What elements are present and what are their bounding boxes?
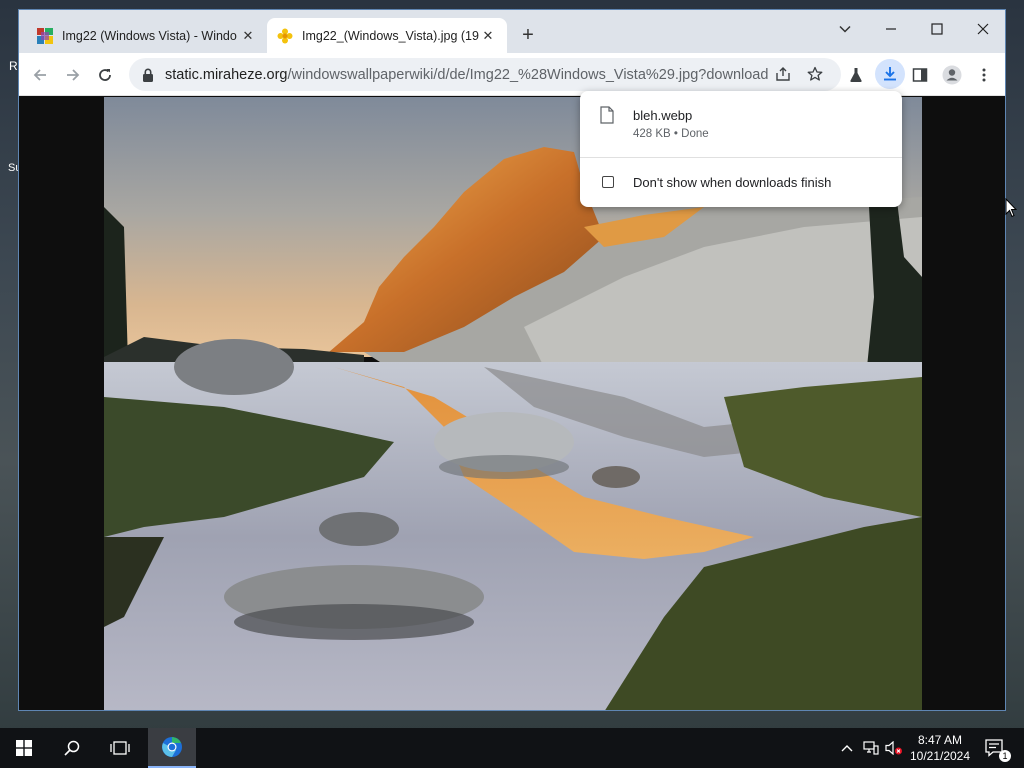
minimize-icon: [886, 28, 896, 30]
tab-search-button[interactable]: [822, 14, 868, 44]
volume-muted-icon: [885, 741, 902, 755]
downloads-popup: bleh.webp 428 KB • Done Don't show when …: [580, 91, 902, 207]
avatar-icon: [942, 65, 962, 85]
minimize-button[interactable]: [868, 14, 914, 44]
forward-button[interactable]: [60, 62, 86, 88]
system-clock[interactable]: 8:47 AM 10/21/2024: [904, 732, 976, 764]
new-tab-button[interactable]: +: [517, 24, 539, 46]
network-button[interactable]: [860, 728, 882, 768]
flask-icon: [850, 68, 862, 82]
side-panel-icon: [912, 68, 928, 82]
search-icon: [64, 740, 80, 756]
close-icon: [977, 23, 989, 35]
url-text: static.miraheze.org/windowswallpaperwiki…: [165, 67, 768, 83]
browser-toolbar: static.miraheze.org/windowswallpaperwiki…: [19, 53, 1005, 96]
menu-button[interactable]: [971, 62, 997, 88]
download-item[interactable]: bleh.webp 428 KB • Done: [580, 91, 902, 157]
taskbar-browser-app[interactable]: [148, 728, 196, 768]
reload-button[interactable]: [92, 62, 118, 88]
clock-date: 10/21/2024: [909, 749, 971, 763]
share-icon[interactable]: [771, 62, 795, 86]
taskbar: 8:47 AM 10/21/2024 1: [0, 728, 1024, 768]
dont-show-option[interactable]: Don't show when downloads finish: [580, 158, 902, 206]
close-window-button[interactable]: [960, 14, 1005, 44]
task-view-button[interactable]: [96, 728, 144, 768]
start-button[interactable]: [0, 728, 48, 768]
download-icon: [884, 67, 896, 81]
maximize-icon: [931, 23, 943, 35]
file-icon: [600, 106, 614, 124]
desktop-icon-label-fragment: R: [9, 59, 18, 73]
volume-button[interactable]: [883, 728, 905, 768]
windows-logo-icon: [16, 740, 32, 756]
notification-count-badge: 1: [999, 750, 1011, 762]
tab-close-icon[interactable]: ✕: [239, 27, 257, 45]
profile-button[interactable]: [939, 62, 965, 88]
wiki-tiles-icon: [37, 27, 53, 44]
chevron-up-icon: [841, 745, 853, 752]
show-hidden-icons-button[interactable]: [837, 728, 857, 768]
url-host: static.miraheze.org: [165, 66, 288, 83]
dont-show-label: Don't show when downloads finish: [633, 174, 832, 190]
arrow-right-icon: [67, 69, 80, 81]
maximize-button[interactable]: [914, 14, 960, 44]
downloads-button[interactable]: [875, 59, 905, 89]
network-icon: [863, 741, 879, 755]
download-filename: bleh.webp: [633, 108, 693, 123]
more-vert-icon: [982, 68, 986, 82]
side-panel-button[interactable]: [907, 62, 933, 88]
dont-show-checkbox[interactable]: [602, 176, 614, 188]
clock-time: 8:47 AM: [917, 733, 963, 747]
tab-image[interactable]: Img22_(Windows_Vista).jpg (192 ✕: [267, 18, 507, 53]
address-bar[interactable]: static.miraheze.org/windowswallpaperwiki…: [129, 58, 841, 91]
extensions-button[interactable]: [843, 62, 869, 88]
reload-icon: [99, 69, 111, 81]
bookmark-star-icon[interactable]: [803, 62, 827, 86]
url-path: /windowswallpaperwiki/d/de/Img22_%28Wind…: [287, 66, 769, 83]
back-button[interactable]: [27, 62, 53, 88]
tab-wiki-page[interactable]: Img22 (Windows Vista) - Windo ✕: [27, 18, 267, 53]
tab-close-icon[interactable]: ✕: [479, 27, 497, 45]
chevron-down-icon: [839, 25, 851, 33]
download-status: 428 KB • Done: [633, 128, 709, 140]
flower-icon: [277, 28, 293, 44]
tab-strip: Img22 (Windows Vista) - Windo ✕ Img22_(W…: [19, 10, 1005, 53]
lock-icon: [143, 68, 153, 82]
task-view-icon: [110, 741, 130, 755]
mouse-cursor-icon: [1005, 198, 1017, 218]
tab-title: Img22_(Windows_Vista).jpg (192: [302, 28, 479, 43]
tab-title: Img22 (Windows Vista) - Windo: [62, 28, 237, 43]
search-button[interactable]: [48, 728, 96, 768]
arrow-left-icon: [33, 69, 46, 81]
browser-app-icon: [162, 737, 182, 757]
action-center-button[interactable]: 1: [980, 728, 1011, 768]
